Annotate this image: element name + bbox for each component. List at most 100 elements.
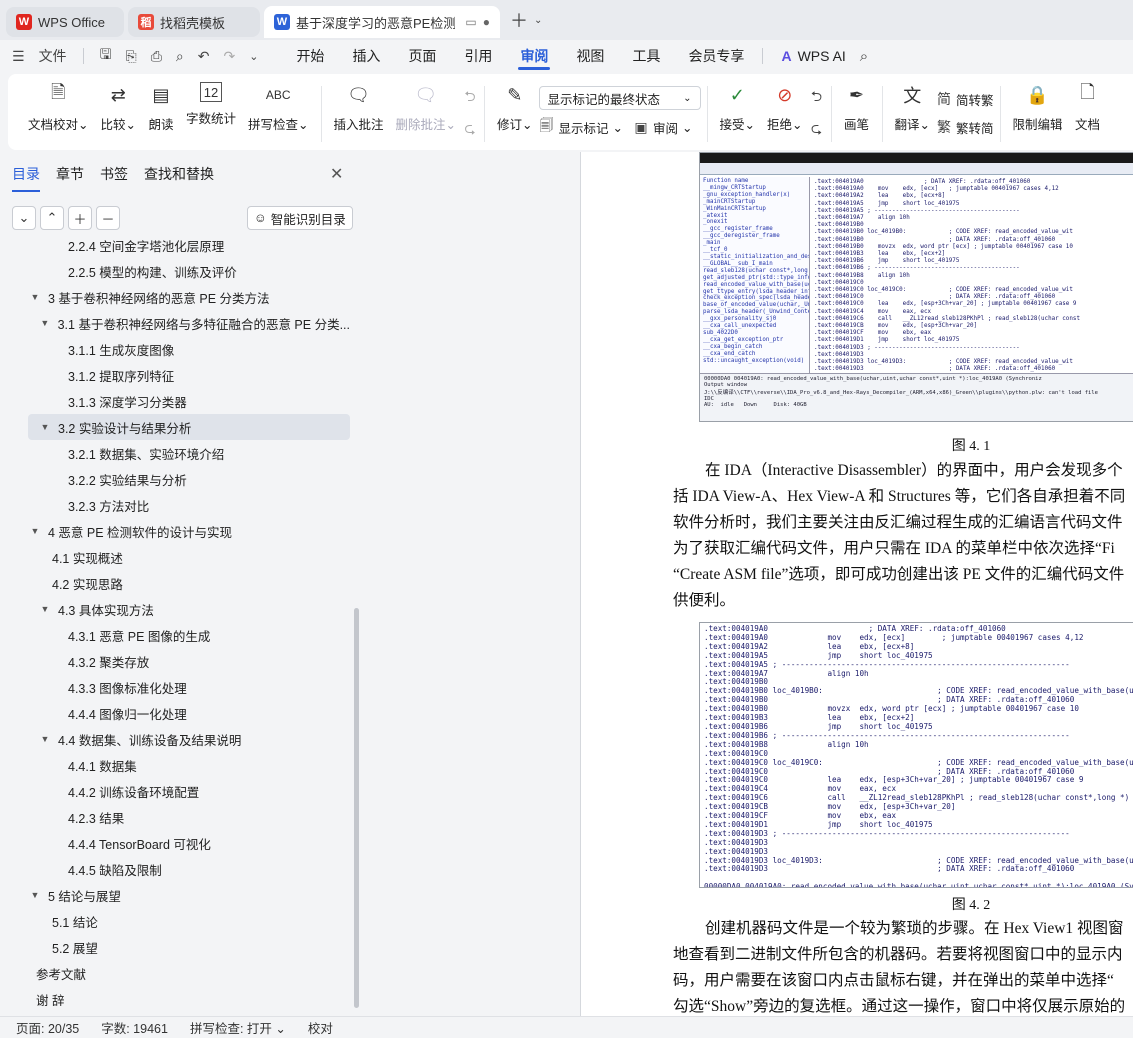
toc-item[interactable]: 谢 辞 — [28, 986, 350, 1007]
menu-view[interactable]: 视图 — [562, 40, 618, 72]
toc-item[interactable]: 4.3.3 图像标准化处理 — [28, 674, 350, 700]
expand-toggle-icon[interactable]: ▼ — [38, 422, 52, 432]
read-aloud-button[interactable]: ▤ 朗读 — [142, 82, 180, 133]
tab-sections[interactable]: 章节 — [56, 164, 84, 192]
toc-item[interactable]: 2.2.4 空间金字塔池化层原理 — [28, 232, 350, 258]
chevron-down-icon[interactable]: ⌄ — [534, 15, 542, 26]
scrollbar[interactable] — [354, 608, 359, 1008]
accept-button[interactable]: ✓ 接受⌄ — [714, 82, 762, 133]
word-count-button[interactable]: 12 字数统计 — [180, 82, 242, 127]
toc-item[interactable]: 2.2.5 模型的构建、训练及评价 — [28, 258, 350, 284]
figure-caption-1: 图 4. 1 — [951, 439, 991, 454]
toc-item[interactable]: 4.4.4 TensorBoard 可视化 — [28, 830, 350, 856]
toc-item[interactable]: 4.4.5 缺陷及限制 — [28, 856, 350, 882]
expand-toggle-icon[interactable]: ▼ — [28, 292, 42, 302]
menu-member[interactable]: 会员专享 — [674, 40, 758, 72]
doc-check-button[interactable]: 🗎 文档校对⌄ — [22, 82, 95, 133]
tab-document[interactable]: W 基于深度学习的恶意PE检测软 ▭ ● — [264, 6, 500, 38]
restrict-edit-button[interactable]: 🔒 限制编辑 — [1007, 82, 1069, 133]
more-chevron-icon[interactable]: ⌄ — [249, 50, 258, 63]
review-pane-button[interactable]: ▣ 审阅 ⌄ — [633, 116, 692, 138]
menu-references[interactable]: 引用 — [450, 40, 506, 72]
pen-button[interactable]: ✒ 画笔 — [838, 82, 876, 133]
insert-comment-button[interactable]: 🗨 插入批注 — [328, 82, 390, 133]
redo-icon[interactable]: ↷ — [223, 48, 235, 65]
next-change-icon[interactable]: ⮎ — [809, 118, 825, 142]
toc-item[interactable]: 4.2.3 结果 — [28, 804, 350, 830]
toc-item[interactable]: 3.1.1 生成灰度图像 — [28, 336, 350, 362]
document-page[interactable]: Function name __mingw_CRTStartup _gnu_ex… — [580, 152, 1133, 1016]
print-icon[interactable]: ⎙ — [151, 48, 162, 65]
menu-start[interactable]: 开始 — [282, 40, 338, 72]
toc-item[interactable]: ▼ 3 基于卷积神经网络的恶意 PE 分类方法 — [28, 284, 350, 310]
export-icon[interactable]: ⎘ — [126, 48, 137, 65]
menu-review[interactable]: 审阅 — [506, 40, 562, 72]
toc-item[interactable]: ▼ 4.4 数据集、训练设备及结果说明 — [28, 726, 350, 752]
tab-find-replace[interactable]: 查找和替换 — [144, 164, 214, 192]
save-icon[interactable]: 🖫 — [100, 44, 112, 68]
spell-check-button[interactable]: ABC 拼写检查⌄ — [242, 82, 315, 133]
toc-item[interactable]: 4.3.1 恶意 PE 图像的生成 — [28, 622, 350, 648]
menu-insert[interactable]: 插入 — [338, 40, 394, 72]
to-trad-button[interactable]: 简 简转繁 — [936, 88, 994, 110]
next-comment-icon[interactable]: ⮎ — [462, 118, 478, 142]
toc-item[interactable]: 3.2.2 实验结果与分析 — [28, 466, 350, 492]
reject-button[interactable]: ⊘ 拒绝⌄ — [761, 82, 809, 133]
tab-bookmarks[interactable]: 书签 — [100, 164, 128, 192]
wps-ai-button[interactable]: A WPS AI — [767, 40, 859, 72]
toc-item[interactable]: ▼ 3.2 实验设计与结果分析 — [28, 414, 350, 440]
toc-item[interactable]: 参考文献 — [28, 960, 350, 986]
toc-item[interactable]: 3.1.2 提取序列特征 — [28, 362, 350, 388]
toc-item[interactable]: 3.1.3 深度学习分类器 — [28, 388, 350, 414]
toc-item[interactable]: ▼ 5 结论与展望 — [28, 882, 350, 908]
to-simp-button[interactable]: 繁 繁转简 — [936, 116, 994, 138]
show-markup-button[interactable]: 🗐 显示标记 ⌄ — [539, 116, 624, 138]
toc-item[interactable]: 4.4.2 训练设备环境配置 — [28, 778, 350, 804]
toc-item[interactable]: 5.1 结论 — [28, 908, 350, 934]
tab-toc[interactable]: 目录 — [12, 164, 40, 192]
expand-toggle-icon[interactable]: ▼ — [38, 318, 52, 328]
spell-check-indicator[interactable]: 拼写检查: 打开 ⌄ — [190, 1018, 286, 1037]
toc-item[interactable]: 5.2 展望 — [28, 934, 350, 960]
page-indicator[interactable]: 页面: 20/35 — [16, 1018, 79, 1037]
markup-combo[interactable]: 显示标记的最终状态 ⌄ — [538, 86, 701, 110]
menu-tools[interactable]: 工具 — [618, 40, 674, 72]
unsaved-dot-icon[interactable]: ● — [483, 15, 490, 29]
doc-more-button[interactable]: 🗋 文档 — [1069, 82, 1107, 133]
tab-wps-office[interactable]: W WPS Office — [6, 7, 124, 37]
tab-template[interactable]: 稻 找稻壳模板 — [128, 7, 260, 37]
expand-toggle-icon[interactable]: ▼ — [38, 734, 52, 744]
search-icon[interactable]: ⌕ — [860, 48, 868, 65]
word-count-indicator[interactable]: 字数: 19461 — [101, 1018, 168, 1037]
translate-button[interactable]: 文 翻译⌄ — [889, 82, 937, 133]
proofread-indicator[interactable]: 校对 — [308, 1018, 333, 1037]
toc-list: 2.2.4 空间金字塔池化层原理 2.2.5 模型的构建、训练及评价 ▼ 3 基于卷积… — [0, 226, 364, 1006]
toc-item[interactable]: ▼ 3.1 基于卷积神经网络与多特征融合的恶意 PE 分类... — [28, 310, 350, 336]
toc-item[interactable]: ▼ 4.3 具体实现方法 — [28, 596, 350, 622]
toc-item[interactable]: 4.1 实现概述 — [28, 544, 350, 570]
toc-item[interactable]: 4.4.1 数据集 — [28, 752, 350, 778]
new-tab-icon[interactable]: ＋ — [510, 7, 528, 33]
toc-item[interactable]: ▼ 4 恶意 PE 检测软件的设计与实现 — [28, 518, 350, 544]
delete-comment-button[interactable]: 🗨 删除批注⌄ — [390, 82, 463, 133]
expand-toggle-icon[interactable]: ▼ — [38, 604, 52, 614]
toc-item[interactable]: 3.2.1 数据集、实验环境介绍 — [28, 440, 350, 466]
paragraph-line: 地查看到二进制文件所包含的机器码。若要将视图窗口中的显示内 — [673, 946, 1123, 963]
prev-change-icon[interactable]: ⮌ — [809, 86, 825, 110]
compare-button[interactable]: ⇄ 比较⌄ — [95, 82, 143, 133]
prev-comment-icon[interactable]: ⮌ — [462, 86, 478, 110]
menu-page[interactable]: 页面 — [394, 40, 450, 72]
undo-icon[interactable]: ↶ — [198, 48, 210, 65]
toc-item[interactable]: 4.4.4 图像归一化处理 — [28, 700, 350, 726]
print-preview-icon[interactable]: ⌕ — [176, 48, 184, 65]
toc-item[interactable]: 4.2 实现思路 — [28, 570, 350, 596]
expand-toggle-icon[interactable]: ▼ — [28, 526, 42, 536]
toc-item[interactable]: 3.2.3 方法对比 — [28, 492, 350, 518]
revise-button[interactable]: ✎ 修订⌄ — [491, 82, 539, 133]
expand-toggle-icon[interactable]: ▼ — [28, 890, 42, 900]
file-menu[interactable]: ☰ 文件 — [0, 46, 79, 66]
toc-item[interactable]: 4.3.2 聚类存放 — [28, 648, 350, 674]
doc-check-label: 文档校对⌄ — [28, 118, 89, 132]
close-icon[interactable]: ✕ — [330, 164, 343, 184]
monitor-icon[interactable]: ▭ — [465, 15, 476, 29]
